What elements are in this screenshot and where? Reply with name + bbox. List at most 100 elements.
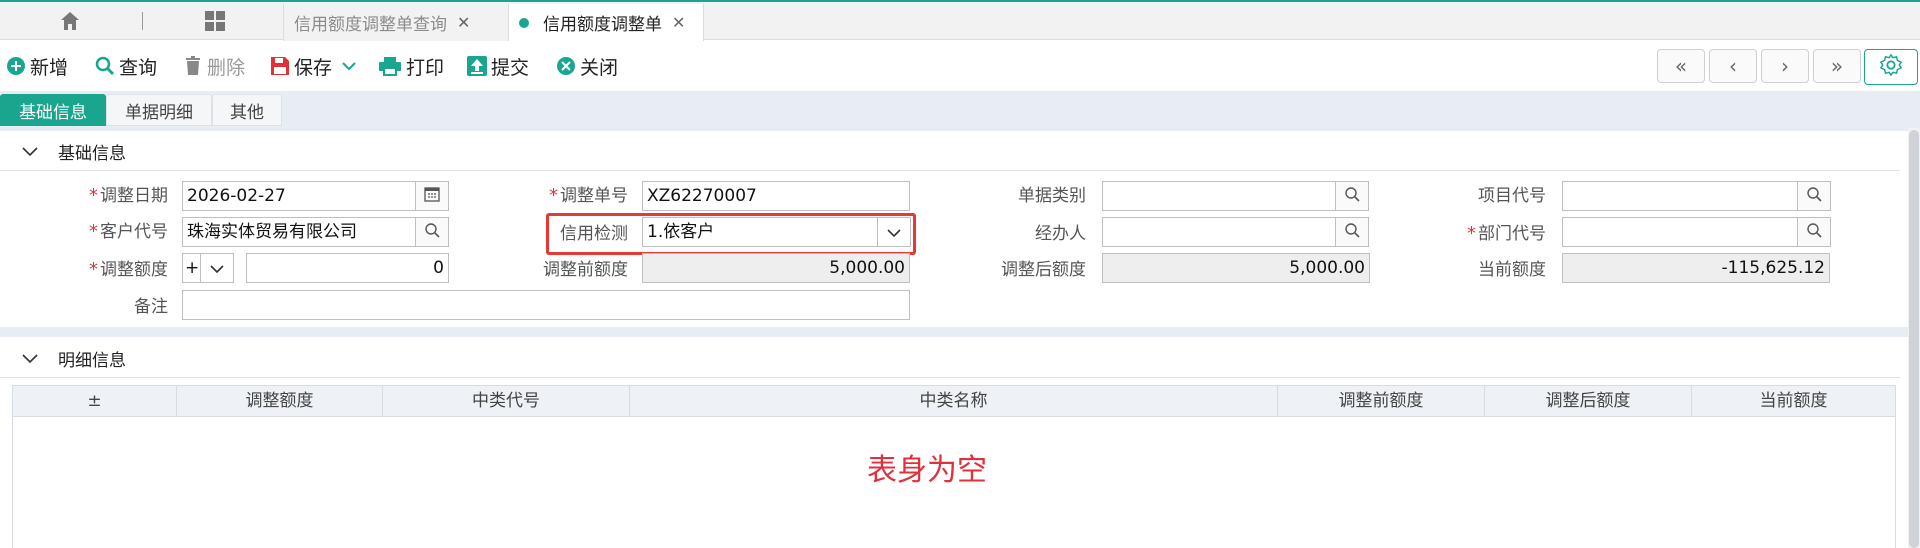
column-header-category-code[interactable]: 中类代号 bbox=[383, 386, 630, 416]
last-record-button[interactable]: » bbox=[1813, 49, 1861, 83]
save-button[interactable]: 保存 bbox=[270, 51, 356, 81]
calendar-button[interactable] bbox=[415, 181, 449, 211]
remark-input[interactable] bbox=[182, 290, 910, 320]
print-label: 打印 bbox=[406, 56, 445, 79]
adjust-amount-input[interactable]: 0 bbox=[246, 253, 449, 283]
save-label: 保存 bbox=[294, 56, 333, 79]
adjust-date-input[interactable]: 2026-02-27 bbox=[182, 181, 416, 211]
section-basic-info[interactable]: 基础信息 bbox=[0, 133, 1900, 171]
sign-dropdown-button[interactable] bbox=[200, 253, 234, 283]
gear-icon bbox=[1879, 53, 1903, 80]
column-header-current-amount[interactable]: 当前额度 bbox=[1692, 386, 1895, 416]
toolbar: 新增 查询 删除 保存 打印 提交 关闭 « ‹ › » bbox=[0, 41, 1920, 91]
adjust-no-label: * 调整单号 bbox=[549, 185, 628, 206]
before-amount-label: 调整前额度 bbox=[543, 260, 628, 280]
tab-label: 信用额度调整单查询 bbox=[294, 15, 447, 35]
customer-code-label: * 客户代号 bbox=[89, 221, 168, 242]
calendar-icon bbox=[424, 186, 440, 206]
sub-tabs-bar: 基础信息 单据明细 其他 bbox=[0, 91, 1920, 131]
column-header-adjust-amount[interactable]: 调整额度 bbox=[177, 386, 383, 416]
adjust-date-label: * 调整日期 bbox=[89, 185, 168, 206]
handler-input[interactable] bbox=[1102, 217, 1336, 247]
add-button[interactable]: 新增 bbox=[6, 51, 68, 81]
plus-circle-icon bbox=[6, 56, 26, 76]
column-header-before-amount[interactable]: 调整前额度 bbox=[1278, 386, 1485, 416]
section-title: 基础信息 bbox=[58, 144, 126, 164]
before-amount-value: 5,000.00 bbox=[642, 253, 910, 283]
current-amount-label: 当前额度 bbox=[1478, 260, 1546, 280]
home-icon[interactable] bbox=[40, 4, 100, 38]
chevron-left-icon: ‹ bbox=[1729, 54, 1737, 78]
highlight-box bbox=[546, 213, 916, 255]
double-chevron-right-icon: » bbox=[1830, 54, 1844, 78]
customer-code-input[interactable]: 珠海实体贸易有限公司 bbox=[182, 217, 416, 247]
current-amount-value: -115,625.12 bbox=[1562, 253, 1830, 283]
section-title: 明细信息 bbox=[58, 351, 126, 371]
section-divider bbox=[0, 327, 1920, 337]
search-icon bbox=[1806, 186, 1822, 206]
search-icon bbox=[95, 56, 115, 76]
grid-apps-icon[interactable] bbox=[195, 4, 235, 38]
adjust-amount-label: * 调整额度 bbox=[89, 259, 168, 280]
tab-bar: 信用额度调整单查询 ✕ 信用额度调整单 ✕ bbox=[0, 0, 1920, 41]
subtab-doc-detail[interactable]: 单据明细 bbox=[106, 94, 212, 126]
adjust-no-input[interactable]: XZ62270007 bbox=[642, 181, 910, 211]
detail-grid-header: ± 调整额度 中类代号 中类名称 调整前额度 调整后额度 当前额度 bbox=[12, 385, 1896, 417]
subtab-basic-info[interactable]: 基础信息 bbox=[0, 94, 106, 126]
submit-button[interactable]: 提交 bbox=[467, 51, 529, 81]
upload-icon bbox=[467, 56, 487, 76]
doc-type-input[interactable] bbox=[1102, 181, 1336, 211]
trash-icon bbox=[183, 56, 203, 76]
column-header-after-amount[interactable]: 调整后额度 bbox=[1485, 386, 1692, 416]
tab-credit-adjust-form[interactable]: 信用额度调整单 ✕ bbox=[508, 4, 704, 41]
dept-code-input[interactable] bbox=[1562, 217, 1798, 247]
chevron-down-icon bbox=[210, 259, 224, 278]
chevron-down-icon[interactable] bbox=[342, 61, 356, 71]
after-amount-label: 调整后额度 bbox=[1001, 260, 1086, 280]
close-icon[interactable]: ✕ bbox=[457, 13, 470, 32]
query-button[interactable]: 查询 bbox=[95, 51, 157, 81]
vertical-scrollbar-thumb[interactable] bbox=[1909, 130, 1919, 548]
tab-label: 信用额度调整单 bbox=[543, 15, 662, 35]
settings-button[interactable] bbox=[1864, 49, 1918, 85]
search-icon bbox=[1806, 222, 1822, 242]
prev-record-button[interactable]: ‹ bbox=[1709, 49, 1757, 83]
project-code-input[interactable] bbox=[1562, 181, 1798, 211]
delete-button[interactable]: 删除 bbox=[183, 51, 245, 81]
search-icon bbox=[1344, 222, 1360, 242]
detail-grid-body: 表身为空 bbox=[12, 417, 1896, 548]
chevron-right-icon: › bbox=[1781, 54, 1789, 78]
column-header-category-name[interactable]: 中类名称 bbox=[630, 386, 1278, 416]
project-code-search-button[interactable] bbox=[1797, 181, 1831, 211]
handler-label: 经办人 bbox=[1035, 224, 1086, 244]
after-amount-value: 5,000.00 bbox=[1102, 253, 1370, 283]
dept-code-search-button[interactable] bbox=[1797, 217, 1831, 247]
handler-search-button[interactable] bbox=[1335, 217, 1369, 247]
close-button[interactable]: 关闭 bbox=[556, 51, 618, 81]
save-icon bbox=[270, 56, 290, 76]
column-header-sign[interactable]: ± bbox=[13, 386, 177, 416]
add-label: 新增 bbox=[30, 56, 69, 79]
chevron-down-icon[interactable] bbox=[22, 353, 38, 364]
chevron-down-icon[interactable] bbox=[22, 146, 38, 157]
double-chevron-left-icon: « bbox=[1674, 54, 1688, 78]
customer-search-button[interactable] bbox=[415, 217, 449, 247]
close-circle-icon bbox=[556, 56, 576, 76]
next-record-button[interactable]: › bbox=[1761, 49, 1809, 83]
doc-type-search-button[interactable] bbox=[1335, 181, 1369, 211]
project-code-label: 项目代号 bbox=[1478, 186, 1546, 206]
doc-type-label: 单据类别 bbox=[1018, 186, 1086, 206]
tab-separator bbox=[142, 12, 143, 30]
first-record-button[interactable]: « bbox=[1657, 49, 1705, 83]
subtab-other[interactable]: 其他 bbox=[212, 94, 282, 126]
section-detail-info[interactable]: 明细信息 bbox=[0, 340, 1900, 378]
print-button[interactable]: 打印 bbox=[378, 51, 444, 81]
delete-label: 删除 bbox=[207, 56, 246, 79]
search-icon bbox=[1344, 186, 1360, 206]
search-icon bbox=[424, 222, 440, 242]
tab-credit-adjust-query[interactable]: 信用额度调整单查询 ✕ bbox=[283, 4, 508, 41]
close-icon[interactable]: ✕ bbox=[672, 13, 685, 32]
printer-icon bbox=[378, 56, 402, 76]
sign-select[interactable]: + bbox=[182, 253, 202, 283]
empty-message: 表身为空 bbox=[867, 453, 987, 488]
